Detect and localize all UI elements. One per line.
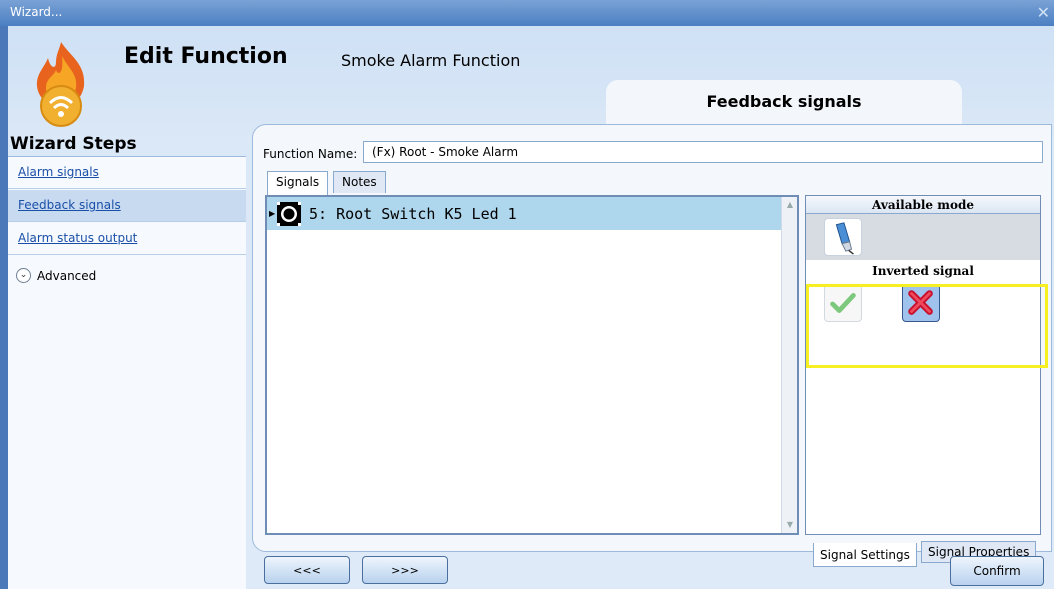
confirm-button[interactable]: Confirm <box>950 556 1044 586</box>
advanced-label: Advanced <box>37 268 97 283</box>
tab-notes[interactable]: Notes <box>333 171 386 193</box>
scroll-down-icon[interactable]: ▼ <box>782 517 798 533</box>
tab-signal-settings[interactable]: Signal Settings <box>813 543 917 567</box>
signals-list: ▶ 5: Root Switch K5 Led 1 ▲ ▼ <box>265 195 799 535</box>
inverted-signal-highlight <box>806 284 1048 368</box>
smoke-alarm-logo-icon <box>36 42 85 127</box>
mode-button[interactable] <box>824 218 862 256</box>
chevron-down-icon[interactable]: ⌄ <box>16 268 31 283</box>
advanced-expander[interactable]: ⌄ Advanced <box>8 257 246 287</box>
available-mode-area <box>806 214 1040 260</box>
vertical-scrollbar[interactable]: ▲ ▼ <box>781 197 797 533</box>
scroll-up-icon[interactable]: ▲ <box>782 197 798 213</box>
wizard-window: Edit Function Smoke Alarm Function Feedb… <box>8 26 1054 589</box>
close-icon[interactable]: ✕ <box>1037 3 1050 22</box>
list-item[interactable]: ▶ 5: Root Switch K5 Led 1 <box>267 197 783 230</box>
signal-label: 5: Root Switch K5 Led 1 <box>309 204 517 223</box>
title-bar: Wizard... ✕ <box>0 0 1054 26</box>
available-mode-title: Available mode <box>806 196 1040 214</box>
tab-signals[interactable]: Signals <box>267 171 329 195</box>
step-feedback-signals[interactable]: Feedback signals <box>8 190 246 222</box>
next-button[interactable]: >>> <box>362 556 448 584</box>
wizard-steps-panel: Alarm signals Feedback signals Alarm sta… <box>8 156 246 589</box>
page-title: Edit Function <box>124 44 288 69</box>
switch-led-icon <box>277 201 301 226</box>
row-selector-icon: ▶ <box>269 209 276 218</box>
window-title: Wizard... <box>10 5 63 19</box>
step-alarm-signals[interactable]: Alarm signals <box>8 157 246 189</box>
function-name-label: Function Name: <box>263 147 358 161</box>
step-alarm-status-output[interactable]: Alarm status output <box>8 223 246 255</box>
inverted-signal-title: Inverted signal <box>872 264 974 278</box>
probe-icon <box>835 222 854 255</box>
page-subtitle: Smoke Alarm Function <box>341 51 521 70</box>
current-step-tab: Feedback signals <box>606 80 962 124</box>
function-name-input[interactable]: (Fx) Root - Smoke Alarm <box>363 141 1043 163</box>
previous-button[interactable]: <<< <box>264 556 350 584</box>
wizard-steps-title: Wizard Steps <box>10 134 137 154</box>
